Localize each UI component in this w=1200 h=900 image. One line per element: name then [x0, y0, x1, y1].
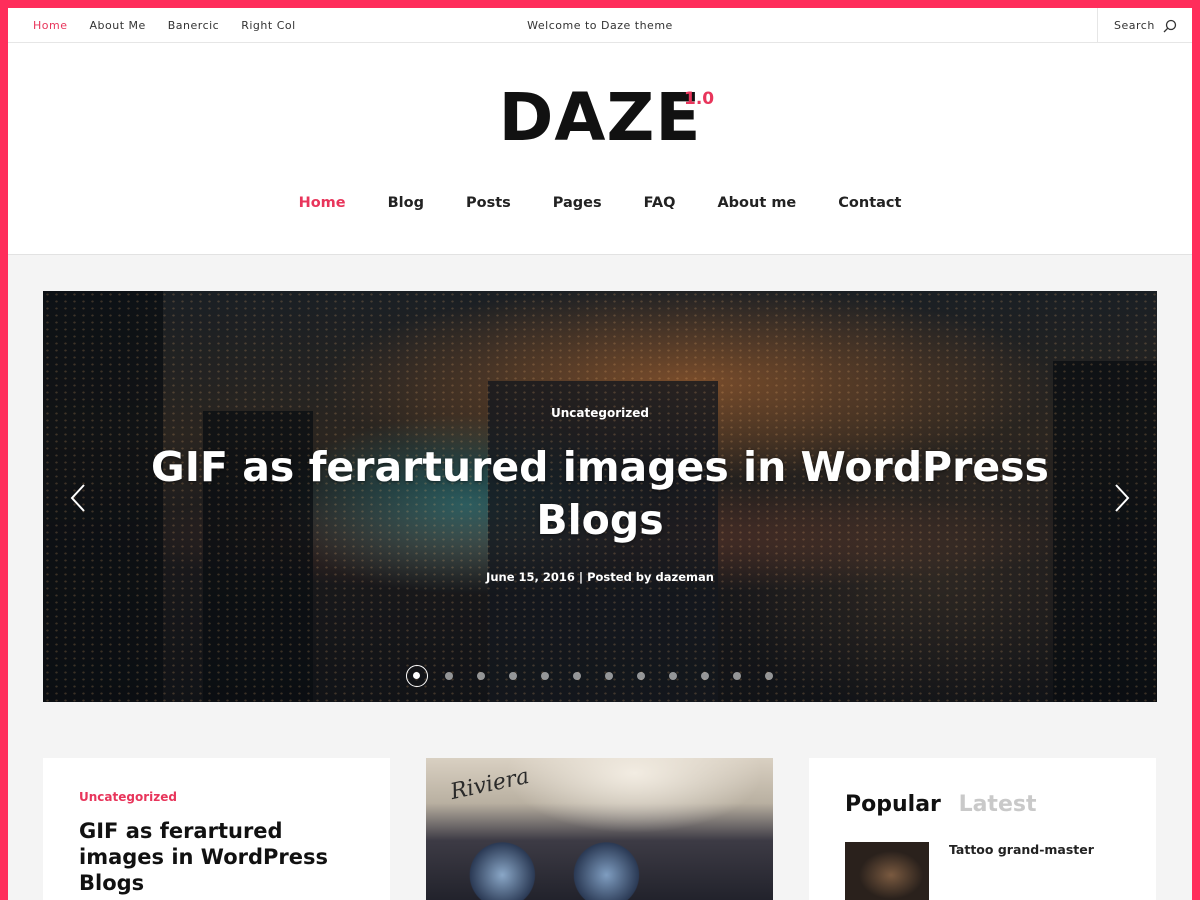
car-emblem-text: Riviera	[448, 763, 532, 806]
search-button[interactable]: Search	[1097, 8, 1192, 43]
top-nav-banercic[interactable]: Banercic	[168, 19, 219, 32]
top-nav-about-me[interactable]: About Me	[89, 19, 145, 32]
slider-dot[interactable]	[637, 672, 645, 680]
slider-dot[interactable]	[605, 672, 613, 680]
search-icon	[1163, 19, 1176, 32]
slider-pagination	[406, 664, 797, 688]
slider-dot[interactable]	[573, 672, 581, 680]
nav-faq[interactable]: FAQ	[644, 195, 676, 219]
slider-dot[interactable]	[477, 672, 485, 680]
slider-dot[interactable]	[765, 672, 773, 680]
nav-contact[interactable]: Contact	[838, 195, 901, 219]
nav-blog[interactable]: Blog	[388, 195, 424, 219]
top-nav-right-col[interactable]: Right Col	[241, 19, 295, 32]
slider-dot[interactable]	[669, 672, 677, 680]
tab-latest[interactable]: Latest	[959, 792, 1037, 817]
tab-popular[interactable]: Popular	[845, 792, 941, 817]
site-logo[interactable]: DAZE 1.0	[8, 85, 1192, 151]
slide-title[interactable]: GIF as ferartured images in WordPress Bl…	[123, 441, 1077, 547]
slide-meta: June 15, 2016 | Posted by dazeman	[486, 570, 714, 584]
post-image-card[interactable]: Riviera	[426, 758, 773, 900]
post-category[interactable]: Uncategorized	[79, 790, 177, 804]
widget-tabs: Popular Latest	[845, 792, 1036, 817]
slide-category[interactable]: Uncategorized	[43, 406, 1157, 420]
nav-home[interactable]: Home	[299, 195, 346, 219]
main-nav: Home Blog Posts Pages FAQ About me Conta…	[8, 195, 1192, 219]
chevron-left-icon[interactable]	[69, 483, 89, 513]
nav-posts[interactable]: Posts	[466, 195, 511, 219]
slider-dot[interactable]	[701, 672, 709, 680]
page-frame: Home About Me Banercic Right Col Welcome…	[8, 8, 1192, 900]
nav-pages[interactable]: Pages	[553, 195, 602, 219]
slider-dot[interactable]	[406, 665, 428, 687]
top-nav: Home About Me Banercic Right Col	[33, 8, 318, 43]
top-nav-home[interactable]: Home	[33, 19, 67, 32]
posts-widget: Popular Latest Tattoo grand-master	[809, 758, 1156, 900]
chevron-right-icon[interactable]	[1111, 483, 1131, 513]
post-thumbnail[interactable]	[845, 842, 929, 900]
widget-post-title[interactable]: Tattoo grand-master	[949, 842, 1094, 857]
top-bar: Home About Me Banercic Right Col Welcome…	[8, 8, 1192, 43]
post-card: Uncategorized GIF as ferartured images i…	[43, 758, 390, 900]
featured-slider[interactable]: Uncategorized GIF as ferartured images i…	[43, 291, 1157, 702]
logo-text: DAZE	[498, 79, 702, 156]
search-label: Search	[1114, 19, 1155, 32]
logo-version: 1.0	[684, 89, 715, 109]
slider-dot[interactable]	[509, 672, 517, 680]
slider-dot[interactable]	[541, 672, 549, 680]
post-title[interactable]: GIF as ferartured images in WordPress Bl…	[79, 818, 349, 896]
slider-dot[interactable]	[733, 672, 741, 680]
nav-about-me[interactable]: About me	[717, 195, 796, 219]
slider-dot[interactable]	[445, 672, 453, 680]
site-header: DAZE 1.0 Home Blog Posts Pages FAQ About…	[8, 43, 1192, 255]
